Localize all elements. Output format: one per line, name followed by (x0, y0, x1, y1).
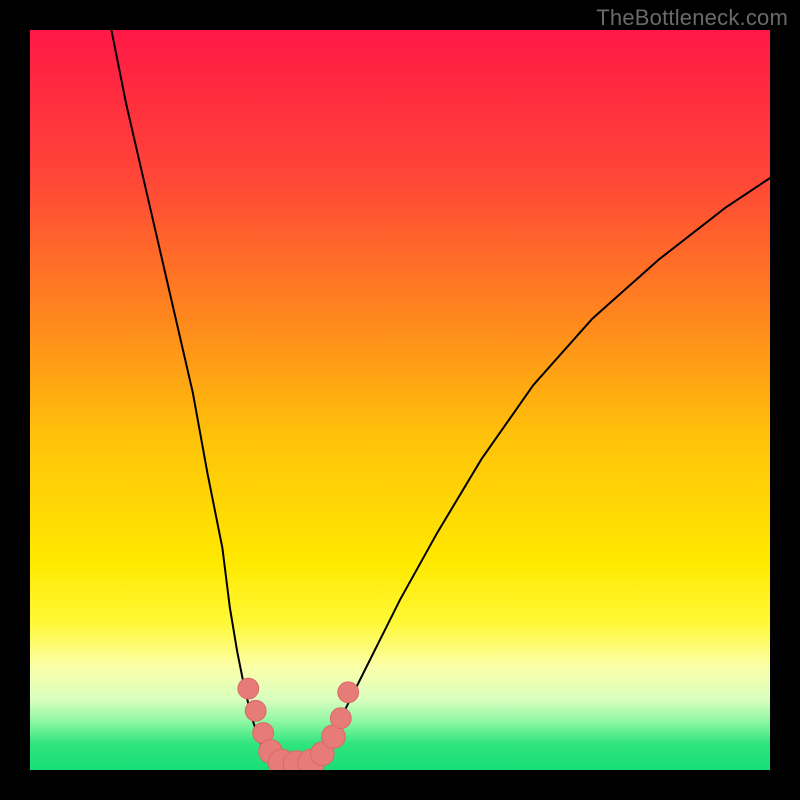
watermark-text: TheBottleneck.com (596, 5, 788, 31)
data-marker (338, 682, 359, 703)
data-marker (330, 708, 351, 729)
curve-left-branch (111, 30, 274, 763)
data-marker (238, 678, 259, 699)
curve-layer (30, 30, 770, 770)
plot-area (30, 30, 770, 770)
curve-right-branch (311, 178, 770, 763)
data-marker (245, 700, 266, 721)
marker-group (238, 678, 359, 770)
